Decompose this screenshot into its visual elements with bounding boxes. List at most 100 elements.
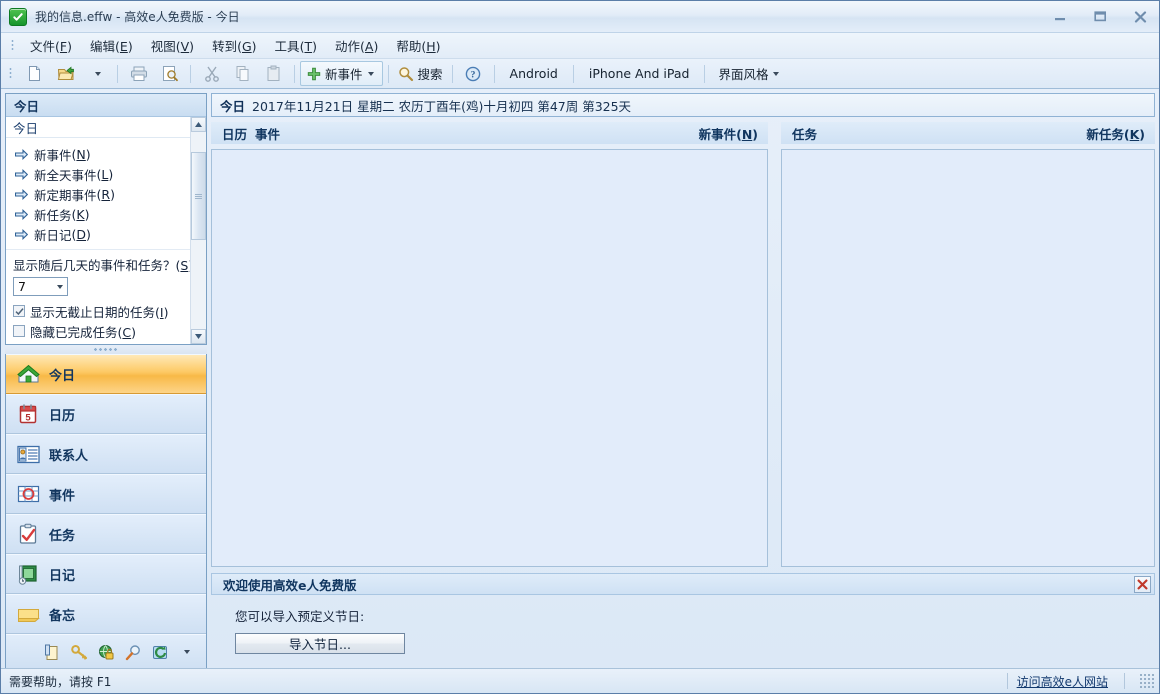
sidebar-item-contacts[interactable]: 联系人 [6, 434, 206, 474]
scroll-thumb[interactable] [191, 152, 206, 240]
plus-icon [307, 67, 321, 81]
new-event-link[interactable]: 新事件(N) [699, 124, 758, 143]
minimize-button[interactable] [1047, 7, 1073, 27]
content-area: 今日 2017年11月21日 星期二 农历丁酉年(鸡)十月初四 第47周 第32… [211, 93, 1155, 668]
sidebar-item-diary[interactable]: 日记 [6, 554, 206, 594]
days-ahead-combobox[interactable]: 7 [13, 277, 68, 296]
menu-tools[interactable]: 工具(T) [266, 33, 326, 58]
sidebar-splitter[interactable] [5, 345, 207, 354]
menu-goto[interactable]: 转到(G) [203, 33, 265, 58]
skin-style-button[interactable]: 界面风格 [710, 61, 785, 86]
scroll-up-button[interactable] [191, 117, 206, 132]
paste-button[interactable] [258, 61, 289, 86]
window-title: 我的信息.effw - 高效e人免费版 - 今日 [35, 8, 240, 25]
arrow-right-icon [14, 169, 28, 180]
title-bar: 我的信息.effw - 高效e人免费版 - 今日 [1, 1, 1159, 33]
visit-website-link[interactable]: 访问高效e人网站 [1017, 673, 1115, 690]
chevron-down-icon [368, 72, 374, 76]
quick-link-new-event[interactable]: 新事件(N) [14, 144, 190, 164]
sidebar-item-label: 联系人 [49, 445, 88, 464]
sync-icon[interactable] [151, 643, 169, 661]
clipboard-icon[interactable] [43, 643, 61, 661]
menu-help[interactable]: 帮助(H) [387, 33, 449, 58]
chevron-down-icon [95, 72, 101, 76]
sidebar-item-memo[interactable]: 备忘 [6, 594, 206, 634]
sidebar-item-today[interactable]: 今日 [6, 354, 206, 394]
toolbar-separator [494, 65, 495, 83]
new-event-label: 新事件 [325, 64, 363, 83]
app-icon [9, 8, 27, 26]
menu-grip-icon[interactable] [11, 39, 14, 52]
tasks-title: 任务 [792, 124, 817, 143]
new-task-link[interactable]: 新任务(K) [1086, 124, 1145, 143]
sidebar-item-events[interactable]: 事件 [6, 474, 206, 514]
cut-button[interactable] [196, 61, 227, 86]
calendar-events-list[interactable] [211, 149, 768, 567]
menu-actions[interactable]: 动作(A) [326, 33, 387, 58]
sidebar: 今日 今日 新事件(N) 新全天事件(L) [5, 93, 207, 668]
checkbox-icon-checked [13, 305, 25, 317]
menu-view[interactable]: 视图(V) [142, 33, 203, 58]
welcome-panel-header: 欢迎使用高效e人免费版 [211, 573, 1155, 595]
quick-link-new-allday-event[interactable]: 新全天事件(L) [14, 164, 190, 184]
sidebar-nav-list: 今日 5 日历 联系人 [5, 354, 207, 668]
help-button[interactable]: ? [458, 61, 489, 86]
print-button[interactable] [123, 61, 154, 86]
search-button[interactable]: 搜索 [394, 61, 447, 86]
android-button[interactable]: Android [500, 66, 568, 81]
checkbox-hide-completed[interactable]: 隐藏已完成任务(C) [13, 321, 190, 341]
chevron-down-icon [52, 285, 67, 289]
open-folder-button[interactable] [50, 61, 81, 86]
scroll-down-button[interactable] [191, 329, 206, 344]
sidebar-item-label: 日历 [49, 405, 75, 424]
iphone-ipad-button[interactable]: iPhone And iPad [579, 66, 700, 81]
new-file-button[interactable] [19, 61, 50, 86]
maximize-button[interactable] [1087, 7, 1113, 27]
quick-link-new-task[interactable]: 新任务(K) [14, 204, 190, 224]
menu-file[interactable]: 文件(F) [21, 33, 81, 58]
window-controls [1047, 1, 1153, 32]
quick-links-list: 新事件(N) 新全天事件(L) 新定期事件(R) [6, 138, 190, 250]
toolbar-separator [452, 65, 453, 83]
checkbox-show-no-duedate[interactable]: 显示无截止日期的任务(I) [13, 301, 190, 321]
today-quick-panel: 今日 今日 新事件(N) 新全天事件(L) [5, 93, 207, 345]
magnifier-icon[interactable] [124, 643, 142, 661]
open-dropdown-button[interactable] [81, 61, 112, 86]
resize-grip-icon[interactable] [1140, 674, 1155, 689]
import-holidays-button[interactable]: 导入节日... [235, 633, 405, 654]
magnifier-icon [398, 66, 414, 82]
calendar-icon: 5 [16, 402, 40, 426]
welcome-close-button[interactable] [1134, 576, 1151, 593]
sidebar-item-label: 备忘 [49, 605, 75, 624]
help-icon: ? [465, 66, 481, 82]
sidebar-footer-toolbar [6, 634, 206, 669]
svg-text:5: 5 [25, 413, 31, 424]
today-panel-header: 今日 [6, 94, 206, 117]
toolbar: 新事件 搜索 ? Android iPhone And iPad 界面风格 [1, 59, 1159, 89]
events-grid-icon [16, 482, 40, 506]
close-button[interactable] [1127, 7, 1153, 27]
menu-bar: 文件(F) 编辑(E) 视图(V) 转到(G) 工具(T) 动作(A) 帮助(H… [1, 33, 1159, 59]
copy-button[interactable] [227, 61, 258, 86]
svg-text:?: ? [471, 70, 476, 80]
sidebar-item-tasks[interactable]: 任务 [6, 514, 206, 554]
calendar-events-header: 日历 事件 新事件(N) [211, 122, 768, 144]
menu-edit[interactable]: 编辑(E) [81, 33, 142, 58]
date-bar-text: 2017年11月21日 星期二 农历丁酉年(鸡)十月初四 第47周 第325天 [252, 96, 631, 115]
scroll-track[interactable] [191, 132, 206, 329]
secure-globe-icon[interactable] [97, 643, 115, 661]
tasks-list[interactable] [781, 149, 1155, 567]
sidebar-item-calendar[interactable]: 5 日历 [6, 394, 206, 434]
quick-link-new-diary[interactable]: 新日记(D) [14, 224, 190, 244]
quick-link-new-recurring-event[interactable]: 新定期事件(R) [14, 184, 190, 204]
application-window: 我的信息.effw - 高效e人免费版 - 今日 文件(F) 编辑(E) 视图(… [0, 0, 1160, 694]
print-preview-button[interactable] [154, 61, 185, 86]
new-event-button[interactable]: 新事件 [300, 61, 383, 86]
main-body: 今日 今日 新事件(N) 新全天事件(L) [1, 89, 1159, 668]
skin-style-label: 界面风格 [718, 64, 768, 83]
chevron-down-icon[interactable] [178, 643, 196, 661]
toolbar-grip-icon[interactable] [9, 67, 12, 80]
key-icon[interactable] [70, 643, 88, 661]
status-separator [1124, 673, 1125, 689]
today-panel-scrollbar[interactable] [190, 117, 206, 344]
